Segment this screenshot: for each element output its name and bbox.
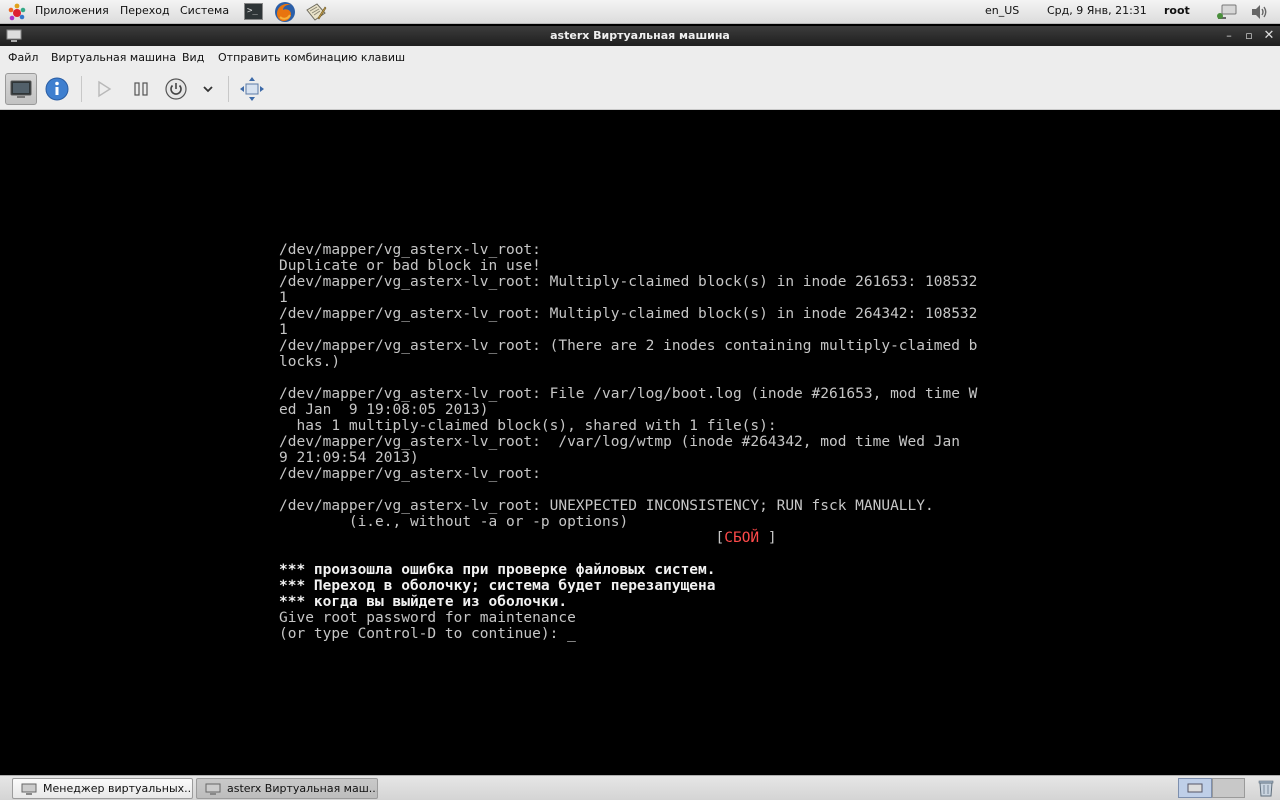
menu-send-key[interactable]: Отправить комбинацию клавиш <box>218 51 405 64</box>
task-button-asterx-vm[interactable]: asterx Виртуальная маш... <box>196 778 378 799</box>
task-label: Менеджер виртуальных... <box>43 782 193 795</box>
toolbar-separator <box>228 76 229 102</box>
monitor-icon <box>1187 783 1203 793</box>
menu-bar: Файл Виртуальная машина Вид Отправить ко… <box>0 46 1280 68</box>
warning-line: *** Переход в оболочку; система будет пе… <box>279 578 716 594</box>
console-line: 1 <box>279 290 288 306</box>
menu-file[interactable]: Файл <box>8 51 38 64</box>
clock[interactable]: Срд, 9 Янв, 21:31 <box>1047 4 1147 17</box>
console-output: /dev/mapper/vg_asterx-lv_root: Duplicate… <box>279 242 977 642</box>
console-line: (i.e., without -a or -p options) <box>279 514 629 530</box>
details-info-icon[interactable] <box>41 73 73 105</box>
pause-icon[interactable] <box>125 73 157 105</box>
window-title-bar[interactable]: asterx Виртуальная машина – ▫ ✕ <box>0 26 1280 46</box>
menu-applications[interactable]: Приложения <box>35 4 109 17</box>
status-fail-label: СБОЙ <box>724 530 760 546</box>
toolbar-separator <box>81 76 82 102</box>
console-line: 1 <box>279 322 288 338</box>
status-pad <box>279 530 716 546</box>
warning-line: *** когда вы выйдете из оболочки. <box>279 594 568 610</box>
keyboard-layout-indicator[interactable]: en_US <box>985 4 1019 17</box>
console-line: /dev/mapper/vg_asterx-lv_root: /var/log/… <box>279 434 960 450</box>
console-line: /dev/mapper/vg_asterx-lv_root: <box>279 466 541 482</box>
top-panel: Приложения Переход Система >_ en_US Срд,… <box>0 0 1280 24</box>
prompt-line: (or type Control-D to continue): <box>279 626 568 642</box>
menu-system[interactable]: Система <box>180 4 229 17</box>
fullscreen-icon[interactable] <box>236 73 268 105</box>
vm-console-display[interactable]: /dev/mapper/vg_asterx-lv_root: Duplicate… <box>0 110 1280 775</box>
maximize-icon[interactable]: ▫ <box>1241 28 1257 44</box>
console-line: /dev/mapper/vg_asterx-lv_root: UNEXPECTE… <box>279 498 934 514</box>
console-line: /dev/mapper/vg_asterx-lv_root: Multiply-… <box>279 306 978 322</box>
gnome-foot-icon[interactable] <box>7 2 27 22</box>
firefox-icon[interactable] <box>274 1 296 23</box>
console-line: /dev/mapper/vg_asterx-lv_root: <box>279 242 541 258</box>
console-line: Duplicate or bad block in use! <box>279 258 541 274</box>
status-bracket-open: [ <box>715 530 725 546</box>
run-icon[interactable] <box>88 73 120 105</box>
console-line: has 1 multiply-claimed block(s), shared … <box>279 418 777 434</box>
minimize-icon[interactable]: – <box>1221 28 1237 44</box>
console-button[interactable] <box>5 73 37 105</box>
workspace-2[interactable] <box>1212 778 1245 798</box>
console-line: ed Jan 9 19:08:05 2013) <box>279 402 489 418</box>
trash-icon[interactable] <box>1256 778 1276 798</box>
bottom-taskbar: Менеджер виртуальных... asterx Виртуальн… <box>0 775 1280 800</box>
monitor-icon <box>21 783 37 795</box>
close-icon[interactable]: ✕ <box>1261 28 1277 44</box>
text-cursor: _ <box>567 626 576 642</box>
volume-icon[interactable] <box>1249 2 1269 22</box>
terminal-icon[interactable]: >_ <box>243 1 265 23</box>
toolbar <box>0 68 1280 110</box>
console-line: /dev/mapper/vg_asterx-lv_root: (There ar… <box>279 338 978 354</box>
task-label: asterx Виртуальная маш... <box>227 782 378 795</box>
task-button-virt-manager[interactable]: Менеджер виртуальных... <box>12 778 193 799</box>
warning-line: *** произошла ошибка при проверке файлов… <box>279 562 716 578</box>
menu-virtual-machine[interactable]: Виртуальная машина <box>51 51 176 64</box>
console-line: /dev/mapper/vg_asterx-lv_root: Multiply-… <box>279 274 978 290</box>
console-icon <box>10 80 32 98</box>
menu-view[interactable]: Вид <box>182 51 204 64</box>
window-title: asterx Виртуальная машина <box>550 29 730 42</box>
console-line: 9 21:09:54 2013) <box>279 450 419 466</box>
monitor-icon <box>205 783 221 795</box>
workspace-1[interactable] <box>1178 778 1212 798</box>
power-icon[interactable] <box>160 73 192 105</box>
text-editor-icon[interactable] <box>305 1 327 23</box>
console-line: /dev/mapper/vg_asterx-lv_root: File /var… <box>279 386 978 402</box>
status-bracket-close: ] <box>759 530 777 546</box>
chevron-down-icon[interactable] <box>192 73 224 105</box>
prompt-line: Give root password for maintenance <box>279 610 576 626</box>
user-menu[interactable]: root <box>1164 4 1190 17</box>
network-icon[interactable] <box>1216 3 1238 21</box>
console-line: locks.) <box>279 354 341 370</box>
menu-places[interactable]: Переход <box>120 4 170 17</box>
